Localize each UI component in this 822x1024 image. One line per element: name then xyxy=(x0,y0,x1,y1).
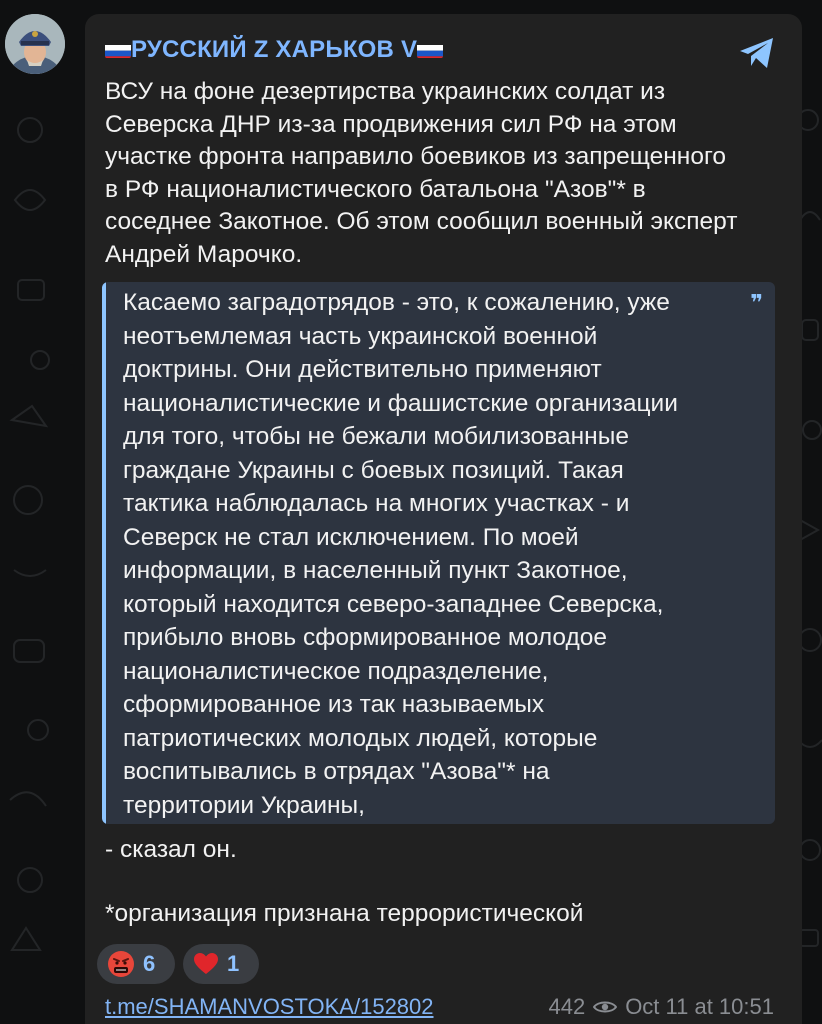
quote-line: прибыло вновь сформированное молодое xyxy=(123,624,608,651)
message-line: Андрей Марочко. xyxy=(105,240,303,268)
message-line: в РФ националистического батальона "Азов… xyxy=(105,175,646,203)
reaction-heart[interactable]: 1 xyxy=(183,944,259,984)
quote-line: информации, в населенный пункт Закотное, xyxy=(123,557,628,584)
quote-line: территории Украины, xyxy=(123,791,365,819)
channel-name[interactable]: РУССКИЙ Z ХАРЬКОВ V xyxy=(105,36,444,64)
russian-flag-icon xyxy=(105,41,131,58)
quote-line: доктрины. Они действительно применяют xyxy=(123,356,602,383)
blockquote: ❞ Касаемо заградотрядов - это, к сожален… xyxy=(102,282,775,824)
post-meta: 442 Oct 11 at 10:51 xyxy=(548,994,774,1020)
quote-line: Северск не стал исключением. По моей xyxy=(123,523,579,551)
message-bubble: РУССКИЙ Z ХАРЬКОВ V ВСУ на фоне дезертир… xyxy=(85,14,802,1024)
reaction-count: 1 xyxy=(227,951,240,976)
quote-line: националистические и фашистские организа… xyxy=(123,389,678,417)
quote-line: патриотических молодых людей, которые xyxy=(123,724,598,752)
quote-text: Касаемо заградотрядов - это, к сожалению… xyxy=(123,286,753,822)
quote-line: который находится северо-западнее Северс… xyxy=(123,590,664,618)
message-line: ВСУ на фоне дезертирства украинских солд… xyxy=(105,78,666,105)
quote-line: неотъемлемая часть украинской военной xyxy=(123,322,598,350)
chat-background: РУССКИЙ Z ХАРЬКОВ V ВСУ на фоне дезертир… xyxy=(0,0,822,1024)
quote-accent-bar xyxy=(102,282,106,824)
quote-line: Касаемо заградотрядов - это, к сожалению… xyxy=(123,289,670,316)
post-link[interactable]: t.me/SHAMANVOSTOKA/152802 xyxy=(105,994,434,1020)
message-line: соседнее Закотное. Об этом сообщил военн… xyxy=(105,208,738,235)
quote-line: граждане Украины с боевых позиций. Такая xyxy=(123,456,624,484)
channel-avatar[interactable] xyxy=(5,14,65,74)
angry-cursing-face-icon xyxy=(108,951,134,977)
message-line: Северска ДНР из-за продвижения сил РФ на… xyxy=(105,110,677,138)
red-heart-icon xyxy=(194,953,218,974)
channel-title: РУССКИЙ Z ХАРЬКОВ V xyxy=(131,36,418,63)
telegram-share-icon xyxy=(740,38,773,68)
quote-line: сформированное из так называемых xyxy=(123,691,545,718)
quote-line: для того, чтобы не бежали мобилизованные xyxy=(123,423,629,450)
quote-line: тактика наблюдалась на многих участках -… xyxy=(123,490,630,517)
footnote-text: *организация признана террористической xyxy=(105,900,584,927)
quote-line: националистическое подразделение, xyxy=(123,657,549,685)
eye-icon xyxy=(593,1001,618,1013)
reaction-angry[interactable]: 6 xyxy=(97,944,175,984)
view-count: 442 xyxy=(548,994,586,1019)
message-line: участке фронта направило боевиков из зап… xyxy=(105,143,726,170)
reaction-count: 6 xyxy=(143,951,156,976)
share-button[interactable] xyxy=(738,36,776,70)
quote-line: воспитывались в отрядах "Азова"* на xyxy=(123,758,550,785)
post-timestamp: Oct 11 at 10:51 xyxy=(625,994,774,1019)
avatar-image xyxy=(5,14,65,74)
after-quote-text: - сказал он. xyxy=(105,836,237,863)
russian-flag-icon xyxy=(417,41,444,58)
message-text: ВСУ на фоне дезертирства украинских солд… xyxy=(105,76,765,271)
